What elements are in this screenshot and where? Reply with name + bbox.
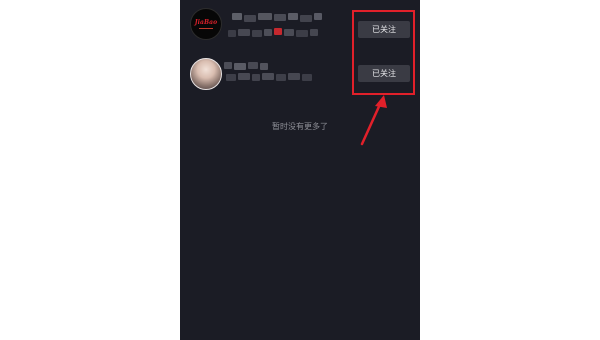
- annotation-arrow-icon: [360, 95, 387, 146]
- avatar[interactable]: JiaBao: [190, 8, 222, 40]
- avatar-logo-underline: [199, 28, 213, 29]
- screenshot-stage: JiaBao 已关注 已关注 暂时没有更多了: [0, 0, 600, 340]
- avatar-logo-text: JiaBao: [194, 19, 218, 26]
- highlight-annotation-box: [352, 10, 415, 95]
- avatar[interactable]: [190, 58, 222, 90]
